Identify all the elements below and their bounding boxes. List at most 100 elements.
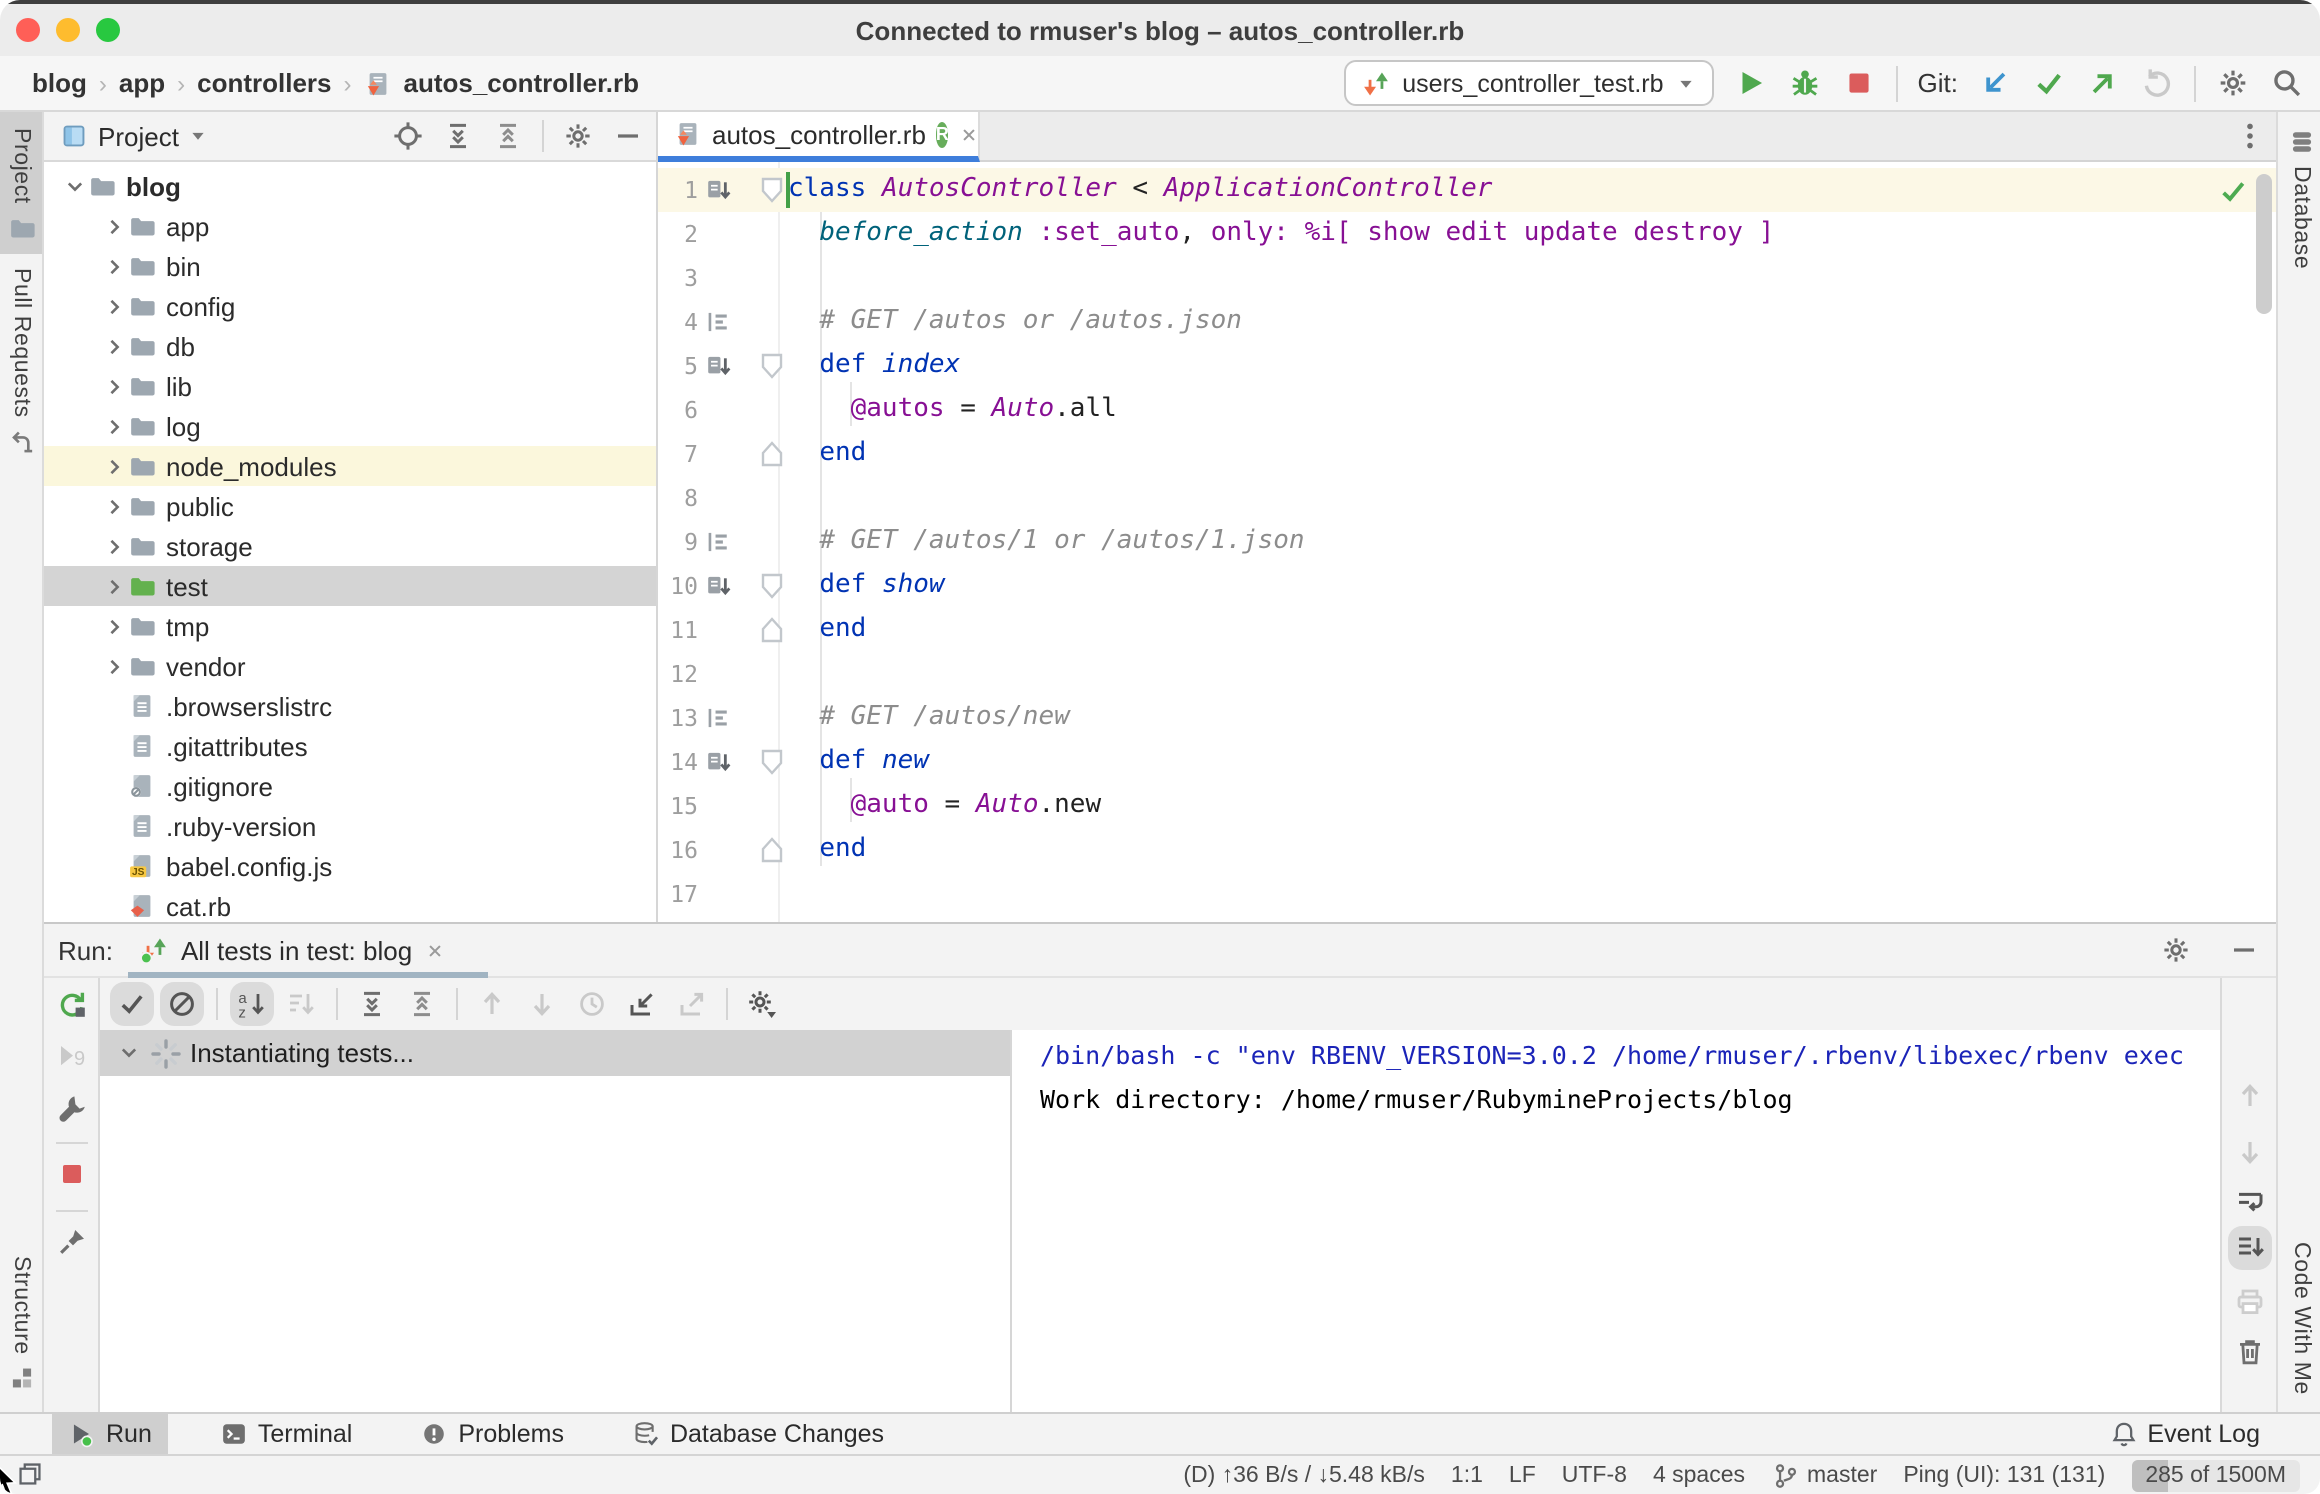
chevron-right-icon[interactable] xyxy=(100,573,128,599)
tree-item-lib[interactable]: lib xyxy=(44,366,656,406)
chevron-right-icon[interactable] xyxy=(100,653,128,679)
git-update-icon[interactable] xyxy=(1978,66,2012,100)
tree-item--gitattributes[interactable]: .gitattributes xyxy=(44,726,656,766)
code-line-11[interactable]: 11 end xyxy=(658,608,2276,652)
line-number[interactable]: 9 xyxy=(662,520,698,564)
code-line-4[interactable]: 4 # GET /autos or /autos.json xyxy=(658,300,2276,344)
close-run-tab-icon[interactable] xyxy=(424,939,446,961)
tool-window-tab-terminal[interactable]: Terminal xyxy=(204,1414,369,1454)
rails-action-gutter-icon[interactable] xyxy=(704,176,732,204)
run-tab-all-tests[interactable]: All tests in test: blog xyxy=(141,935,446,965)
gear-icon[interactable] xyxy=(562,120,594,152)
breadcrumb-item[interactable]: blog xyxy=(32,68,87,98)
breadcrumb-item[interactable]: app xyxy=(119,68,165,98)
tree-item-db[interactable]: db xyxy=(44,326,656,366)
inspections-ok-icon[interactable] xyxy=(2218,176,2248,206)
line-number[interactable]: 13 xyxy=(662,696,698,740)
fold-start-marker[interactable] xyxy=(760,176,784,204)
chevron-right-icon[interactable] xyxy=(100,253,128,279)
fold-end-marker[interactable] xyxy=(760,440,784,468)
line-number[interactable]: 12 xyxy=(662,652,698,696)
tree-item-babel-config-js[interactable]: JS babel.config.js xyxy=(44,846,656,886)
sidebar-item-code-with-me[interactable]: Code With Me xyxy=(2280,1242,2320,1395)
search-everywhere-icon[interactable] xyxy=(2270,66,2304,100)
sidebar-item-pull-requests[interactable]: Pull Requests xyxy=(0,268,42,456)
rails-action-gutter-icon[interactable] xyxy=(704,572,732,600)
run-configuration-select[interactable]: users_controller_test.rb xyxy=(1344,60,1714,106)
expand-all-icon[interactable] xyxy=(356,988,388,1020)
tree-item-bin[interactable]: bin xyxy=(44,246,656,286)
restore-layout-icon[interactable] xyxy=(16,1460,44,1488)
chevron-right-icon[interactable] xyxy=(100,293,128,319)
line-number[interactable]: 11 xyxy=(662,608,698,652)
chevron-down-icon[interactable] xyxy=(60,173,88,199)
code-line-13[interactable]: 13 # GET /autos/new xyxy=(658,696,2276,740)
breadcrumb-item[interactable]: autos_controller.rb xyxy=(404,68,640,98)
code-text[interactable]: # GET /autos/new xyxy=(788,696,1069,740)
code-text[interactable]: def new xyxy=(788,740,929,784)
tab-autos-controller[interactable]: autos_controller.rb R xyxy=(658,112,980,162)
line-number[interactable]: 7 xyxy=(662,432,698,476)
export-test-results-icon[interactable] xyxy=(676,988,708,1020)
tree-item-public[interactable]: public xyxy=(44,486,656,526)
tree-item-storage[interactable]: storage xyxy=(44,526,656,566)
code-line-1[interactable]: 1 class AutosController < ApplicationCont… xyxy=(658,168,2276,212)
test-history-icon[interactable] xyxy=(576,988,608,1020)
breadcrumb-item[interactable]: controllers xyxy=(197,68,331,98)
chevron-right-icon[interactable] xyxy=(100,453,128,479)
expand-all-icon[interactable] xyxy=(442,120,474,152)
pin-tab-icon[interactable] xyxy=(56,1226,88,1258)
locate-file-icon[interactable] xyxy=(392,120,424,152)
clear-console-icon[interactable] xyxy=(2234,1336,2266,1368)
test-tree-row[interactable]: Instantiating tests... xyxy=(100,1030,1010,1076)
code-text[interactable]: class AutosController < ApplicationContr… xyxy=(788,168,1492,212)
fold-start-marker[interactable] xyxy=(760,748,784,776)
code-line-12[interactable]: 12 xyxy=(658,652,2276,696)
close-tab-icon[interactable] xyxy=(959,123,981,145)
status-widget[interactable]: (D) ↑36 B/s / ↓5.48 kB/s xyxy=(1183,1463,1425,1487)
chevron-right-icon[interactable] xyxy=(100,613,128,639)
code-line-15[interactable]: 15 @auto = Auto.new xyxy=(658,784,2276,828)
print-icon[interactable] xyxy=(2234,1286,2266,1318)
code-line-2[interactable]: 2 before_action :set_auto, only: %i[ sho… xyxy=(658,212,2276,256)
git-commit-icon[interactable] xyxy=(2032,66,2066,100)
line-number[interactable]: 8 xyxy=(662,476,698,520)
sort-alphabetically-icon[interactable]: az xyxy=(236,988,268,1020)
code-text[interactable]: end xyxy=(788,608,866,652)
code-text[interactable]: @auto = Auto.new xyxy=(788,784,1102,828)
sort-by-duration-icon[interactable] xyxy=(286,988,318,1020)
tree-item-blog[interactable]: blog xyxy=(44,166,656,206)
tree-item-log[interactable]: log xyxy=(44,406,656,446)
fold-end-marker[interactable] xyxy=(760,836,784,864)
run-icon[interactable] xyxy=(1734,66,1768,100)
line-number[interactable]: 2 xyxy=(662,212,698,256)
code-line-8[interactable]: 8 xyxy=(658,476,2276,520)
show-passed-icon[interactable] xyxy=(116,988,148,1020)
debug-icon[interactable] xyxy=(1788,66,1822,100)
tool-window-tab-problems[interactable]: Problems xyxy=(404,1414,580,1454)
code-text[interactable]: def show xyxy=(788,564,944,608)
tree-item-vendor[interactable]: vendor xyxy=(44,646,656,686)
code-text[interactable]: @autos = Auto.all xyxy=(788,388,1117,432)
scroll-to-end-icon[interactable] xyxy=(2234,1232,2266,1264)
import-test-results-icon[interactable] xyxy=(626,988,658,1020)
next-occurrence-icon[interactable] xyxy=(526,988,558,1020)
code-line-3[interactable]: 3 xyxy=(658,256,2276,300)
hide-panel-icon[interactable] xyxy=(2228,934,2260,966)
tool-window-tab-database-changes[interactable]: Database Changes xyxy=(616,1414,900,1454)
rerun-failed-tests-icon[interactable]: 9 xyxy=(56,1040,88,1072)
editor-scrollbar[interactable] xyxy=(2256,174,2272,314)
rails-action-gutter-icon[interactable] xyxy=(704,748,732,776)
code-text[interactable]: before_action :set_auto, only: %i[ show … xyxy=(788,212,1774,256)
git-push-icon[interactable] xyxy=(2086,66,2120,100)
tree-item-test[interactable]: test xyxy=(44,566,656,606)
line-number[interactable]: 14 xyxy=(662,740,698,784)
test-settings-wrench-icon[interactable] xyxy=(56,1092,88,1124)
tree-item-cat-rb[interactable]: cat.rb xyxy=(44,886,656,920)
code-line-16[interactable]: 16 end xyxy=(658,828,2276,872)
code-line-10[interactable]: 10 def show xyxy=(658,564,2276,608)
line-number[interactable]: 17 xyxy=(662,872,698,916)
sidebar-item-database[interactable]: Database xyxy=(2280,128,2320,269)
line-number[interactable]: 16 xyxy=(662,828,698,872)
code-editor[interactable]: 1 class AutosController < ApplicationCont… xyxy=(658,162,2276,922)
